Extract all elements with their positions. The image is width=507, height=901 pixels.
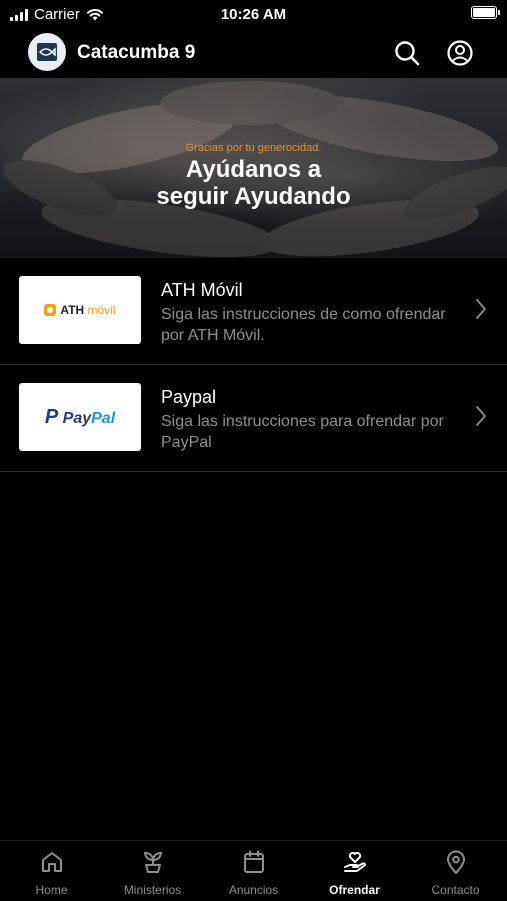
app-logo <box>28 33 66 71</box>
account-circle-icon[interactable] <box>446 39 474 67</box>
option-title: ATH Móvil <box>161 280 243 300</box>
banner: Gracias por tu generocidad. Ayúdanos a s… <box>0 78 507 258</box>
tab-label: Anuncios <box>228 883 279 897</box>
option-ath-movil[interactable]: ATH móvil ATH Móvil Siga las instruccion… <box>0 258 507 365</box>
option-paypal[interactable]: P PayPal Paypal Siga las instrucciones p… <box>0 365 507 472</box>
app-title: Catacumba 9 <box>77 42 196 63</box>
ath-logo-suffix: móvil <box>87 303 116 317</box>
banner-title: Ayúdanos a seguir Ayudando <box>0 156 507 210</box>
tab-label: Contacto <box>431 883 480 897</box>
chevron-right-icon <box>476 406 486 426</box>
location-pin-icon <box>446 850 465 874</box>
banner-title-line1: Ayúdanos a <box>185 156 322 183</box>
tab-anuncios[interactable]: Anuncios <box>203 849 304 899</box>
chevron-right-icon <box>476 299 486 319</box>
search-icon[interactable] <box>393 39 421 67</box>
tab-bar: Home Ministerios Anuncios Ofrendar Conta… <box>0 840 507 901</box>
giving-hand-icon <box>343 851 366 872</box>
status-bar: Carrier 10:26 AM <box>0 0 507 30</box>
nav-bar: Catacumba 9 <box>0 30 507 78</box>
paypal-logo-suffix: Pal <box>91 409 116 427</box>
paypal-logo: P PayPal <box>19 383 141 451</box>
status-time: 10:26 AM <box>220 6 287 23</box>
tab-label: Ofrendar <box>329 883 380 897</box>
calendar-icon <box>243 850 264 873</box>
battery-icon <box>471 6 500 19</box>
ath-logo-prefix: ATH <box>60 303 85 317</box>
tab-contacto[interactable]: Contacto <box>405 849 506 899</box>
ath-movil-logo: ATH móvil <box>19 276 141 344</box>
banner-title-line2: seguir Ayudando <box>156 183 351 210</box>
tab-home[interactable]: Home <box>1 849 102 899</box>
banner-tagline: Gracias por tu generocidad. <box>185 142 322 154</box>
paypal-p-icon: P <box>44 405 59 428</box>
fish-logo-icon <box>37 43 57 61</box>
plant-icon <box>143 851 162 873</box>
paypal-logo-prefix: Pay <box>62 409 92 427</box>
option-description: Siga las instrucciones de como ofrendar … <box>161 306 446 344</box>
ath-badge-icon <box>44 304 57 316</box>
tab-ofrendar[interactable]: Ofrendar <box>304 849 405 899</box>
tab-label: Home <box>35 883 68 897</box>
option-description: Siga las instrucciones para ofrendar por… <box>161 413 444 451</box>
tab-ministerios[interactable]: Ministerios <box>102 849 203 899</box>
option-title: Paypal <box>161 387 217 407</box>
home-icon <box>41 852 62 872</box>
tab-label: Ministerios <box>123 883 182 897</box>
